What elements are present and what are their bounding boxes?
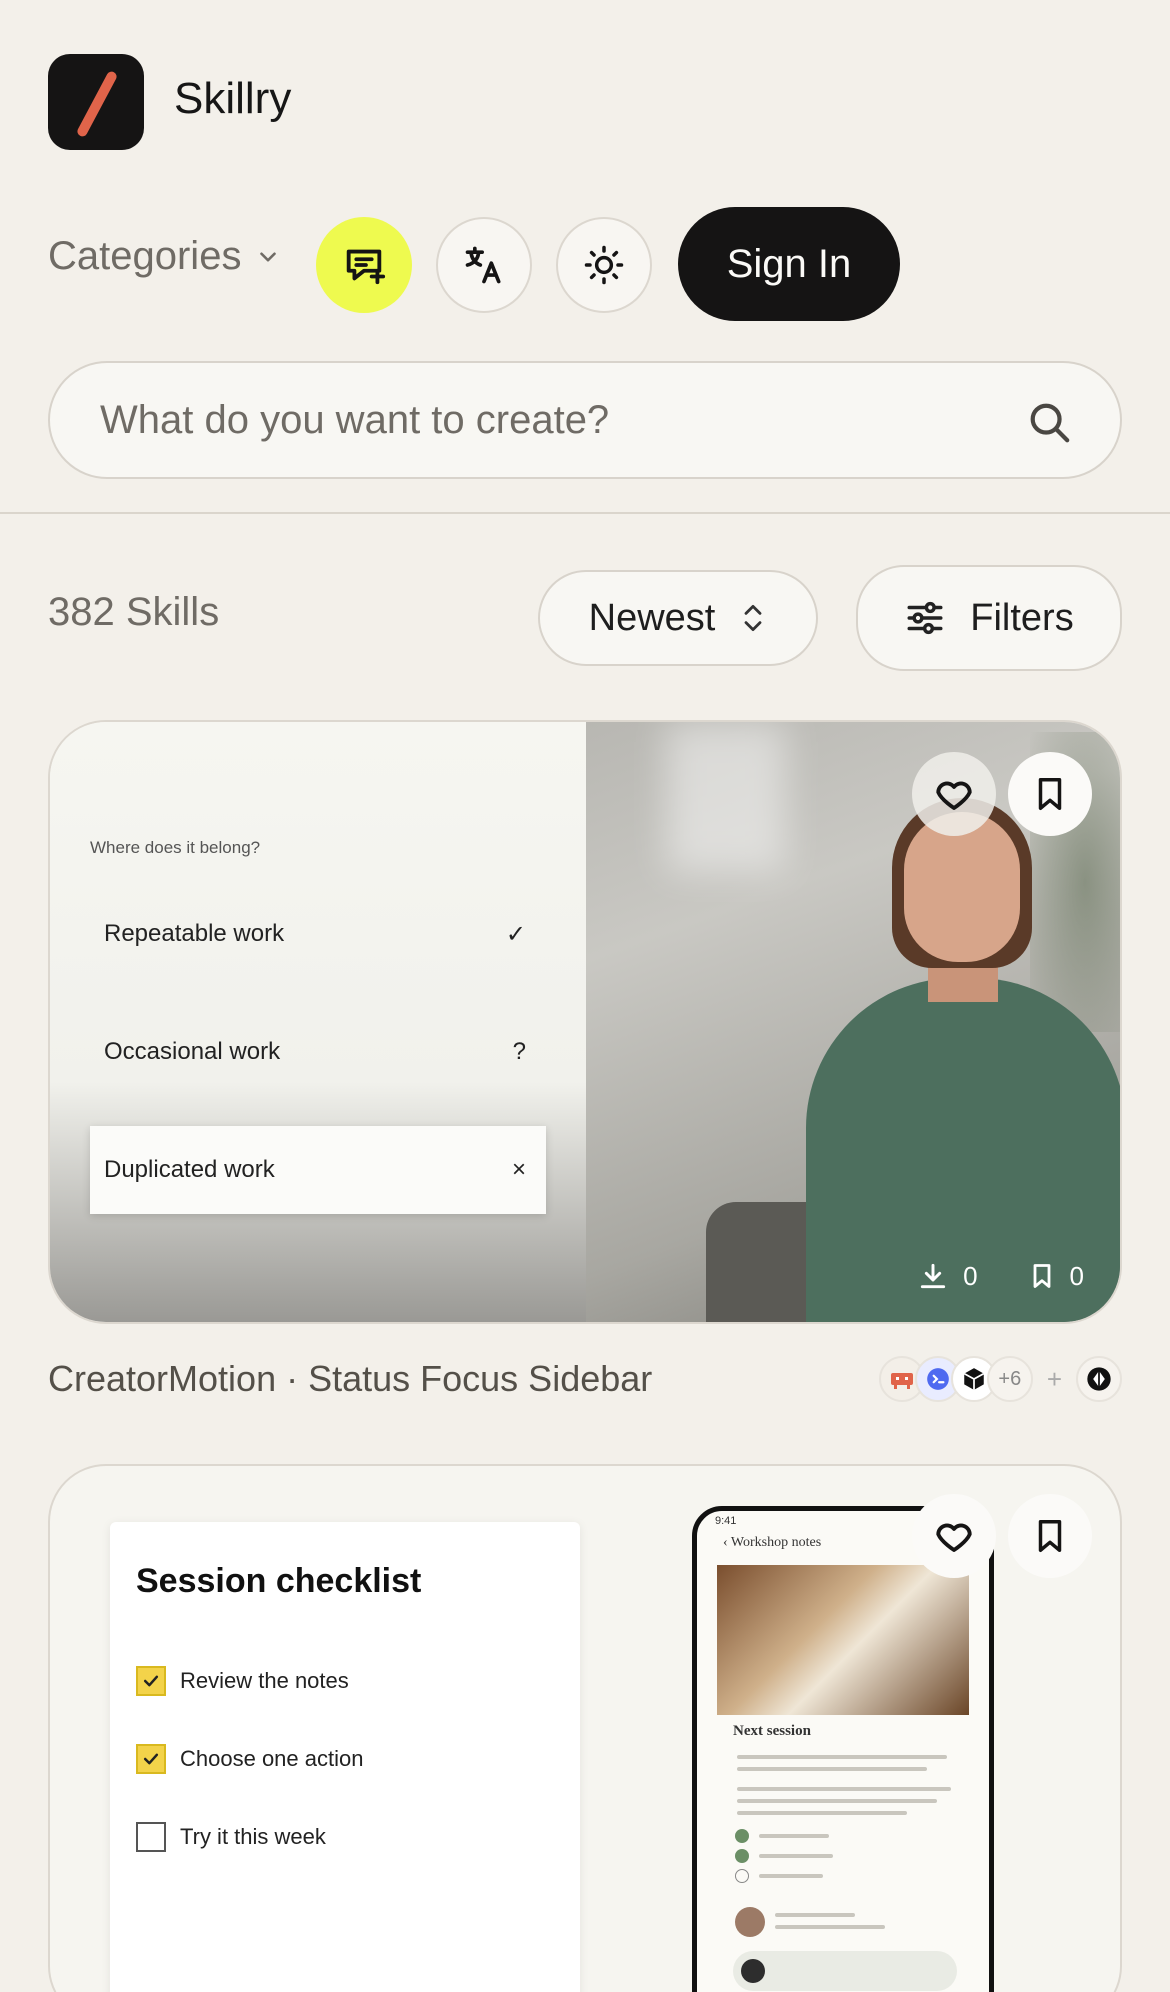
card-title[interactable]: CreatorMotion · Status Focus Sidebar [48,1358,652,1400]
checklist-item: Try it this week [136,1822,326,1852]
translate-icon [465,246,501,284]
skill-card[interactable]: Where does it belong? Repeatable work ✓ … [48,720,1122,1324]
phone-check-icon [735,1849,749,1863]
bookmark-icon [1038,778,1062,810]
search-input[interactable] [100,397,980,443]
heart-icon [936,781,972,810]
new-chat-button[interactable] [316,217,412,313]
add-agent-icon[interactable] [1076,1356,1122,1402]
header-divider [0,512,1170,514]
checkbox-checked-icon [136,1666,166,1696]
checkbox-checked-icon [136,1744,166,1774]
phone-check-icon [735,1829,749,1843]
heart-icon [936,1523,972,1552]
app-name: Skillry [174,74,292,123]
bookmark-icon [1038,1520,1062,1552]
checklist-title: Session checklist [136,1562,422,1600]
sort-label: Newest [588,596,716,639]
card-stats: 0 0 [917,1260,1084,1292]
categories-dropdown[interactable]: Categories [48,234,281,279]
checklist-item: Choose one action [136,1744,363,1774]
play-icon [741,1959,765,1983]
search-icon[interactable] [1026,399,1072,445]
phone-unchecked-icon [735,1869,749,1883]
skill-card[interactable]: Session checklist Review the notes Choos… [48,1464,1122,1992]
theme-toggle-button[interactable] [556,217,652,313]
bookmark-button[interactable] [1008,1494,1092,1578]
chevron-left-icon: ‹ [723,1535,731,1550]
logo-slash-icon [75,69,119,139]
preview-choice: Occasional work ? [104,1038,526,1065]
phone-header: ‹ Workshop notes [723,1535,822,1550]
download-icon [920,1263,946,1289]
chevron-down-icon [260,251,277,262]
checkbox-empty-icon [136,1822,166,1852]
sun-icon [584,245,624,285]
like-button[interactable] [912,1494,996,1578]
save-count: 0 [1069,1260,1084,1291]
sign-in-button[interactable]: Sign In [678,207,900,321]
more-agents-badge[interactable]: +6 [986,1356,1033,1402]
sliders-icon [907,601,943,635]
download-count: 0 [963,1260,978,1291]
language-button[interactable] [436,217,532,313]
preview-choice-selected: Duplicated work × [90,1126,546,1214]
audio-player [733,1951,957,1991]
app-logo[interactable] [48,54,144,150]
bookmark-button[interactable] [1008,752,1092,836]
filters-label: Filters [970,596,1074,639]
like-button[interactable] [912,752,996,836]
message-plus-icon [346,249,386,285]
checklist-item: Review the notes [136,1666,349,1696]
chevron-up-down-icon [744,604,762,632]
phone-section-title: Next session [733,1723,811,1739]
compatible-agents: +6 + [878,1356,1122,1402]
notebook-photo [717,1565,969,1715]
bookmark-count-icon [1033,1264,1050,1288]
skills-count: 382 Skills [48,590,220,634]
search-bar [48,361,1122,479]
plus-separator: + [1046,1363,1062,1394]
phone-time: 9:41 [715,1515,737,1527]
sort-dropdown[interactable]: Newest [538,570,818,666]
avatar [735,1907,765,1937]
preview-question: Where does it belong? [90,838,261,857]
preview-checklist: Session checklist Review the notes Choos… [110,1522,580,1992]
categories-label: Categories [48,234,242,278]
filters-button[interactable]: Filters [856,565,1122,671]
preview-choice: Repeatable work ✓ [104,920,526,948]
card-preview-left: Where does it belong? Repeatable work ✓ … [50,722,586,1322]
phone-preview: 9:41 ‹ Workshop notes Next session [692,1506,994,1992]
